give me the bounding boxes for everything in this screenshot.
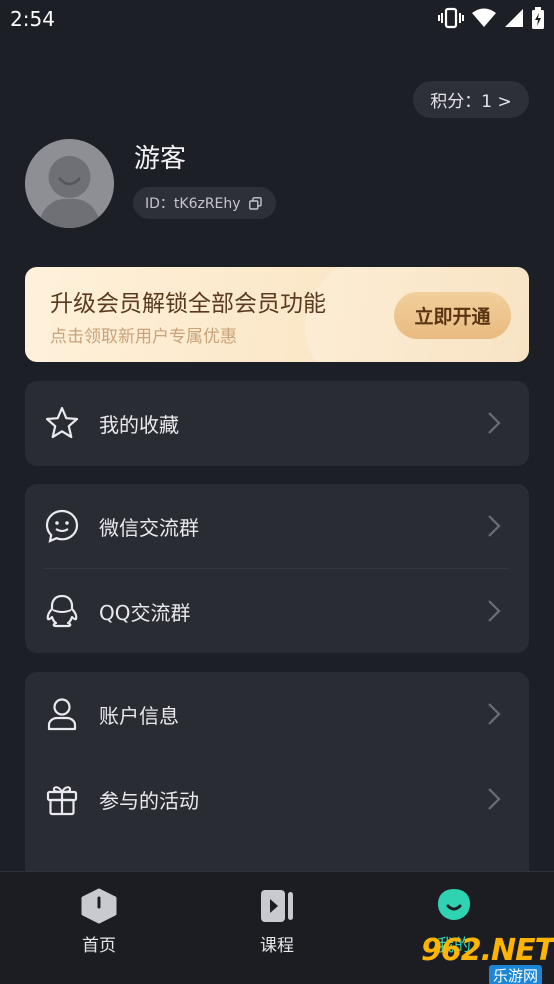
chat-bubble-icon [45,509,79,543]
chevron-right-icon [488,788,501,810]
default-avatar-icon [25,139,114,228]
signal-icon [504,8,524,32]
menu-label-favorites: 我的收藏 [99,413,179,437]
menu-label-activities: 参与的活动 [99,789,199,813]
menu-item-wechat-group[interactable]: 微信交流群 [25,484,529,569]
points-button[interactable]: 积分：1 > [413,81,529,118]
menu-item-favorites[interactable]: 我的收藏 [25,381,529,465]
account-card: 账户信息 参与的活动 [25,672,529,882]
course-icon [261,890,293,922]
username: 游客 [134,144,187,174]
activate-vip-button[interactable]: 立即开通 [394,292,511,339]
status-time: 2:54 [10,7,55,31]
groups-card: 微信交流群 QQ交流群 [25,484,529,653]
battery-icon [532,7,544,33]
menu-label-qq-group: QQ交流群 [99,601,191,625]
favorites-card: 我的收藏 [25,381,529,466]
menu-item-account-info[interactable]: 账户信息 [25,672,529,756]
chevron-right-icon [488,600,501,622]
chevron-right-icon [488,515,501,537]
menu-item-activities[interactable]: 参与的活动 [25,757,529,841]
menu-label-account-info: 账户信息 [99,704,179,728]
tab-course[interactable]: 课程 [237,887,317,956]
status-icons [438,7,544,33]
vip-subtitle: 点击领取新用户专属优惠 [50,327,237,347]
chevron-right-icon [488,703,501,725]
watermark-brand: 962.NET [421,933,554,968]
qq-penguin-icon [46,594,78,628]
menu-item-qq-group[interactable]: QQ交流群 [25,569,529,653]
avatar[interactable] [25,139,114,228]
wifi-icon [472,8,496,32]
tab-label-course: 课程 [260,936,294,956]
gift-icon [46,786,78,816]
site-watermark: 962.NET 乐游网 [413,933,554,984]
user-id-badge[interactable]: ID：tK6zREhy [133,187,276,219]
copy-icon[interactable] [248,196,262,210]
watermark-sub: 乐游网 [489,965,543,984]
tab-home[interactable]: 首页 [59,887,139,956]
home-icon [81,888,117,924]
tab-label-home: 首页 [82,936,116,956]
user-id-text: ID：tK6zREhy [145,196,241,212]
points-label: 积分：1 > [430,92,512,112]
status-bar: 2:54 [0,0,554,38]
vip-title: 升级会员解锁全部会员功能 [50,291,326,317]
user-icon [47,698,77,731]
menu-label-wechat-group: 微信交流群 [99,516,199,540]
vip-banner[interactable]: 升级会员解锁全部会员功能 点击领取新用户专属优惠 立即开通 [25,267,529,362]
vibrate-icon [438,7,464,33]
star-icon [45,406,79,439]
mine-icon [438,889,470,920]
chevron-right-icon [488,412,501,434]
